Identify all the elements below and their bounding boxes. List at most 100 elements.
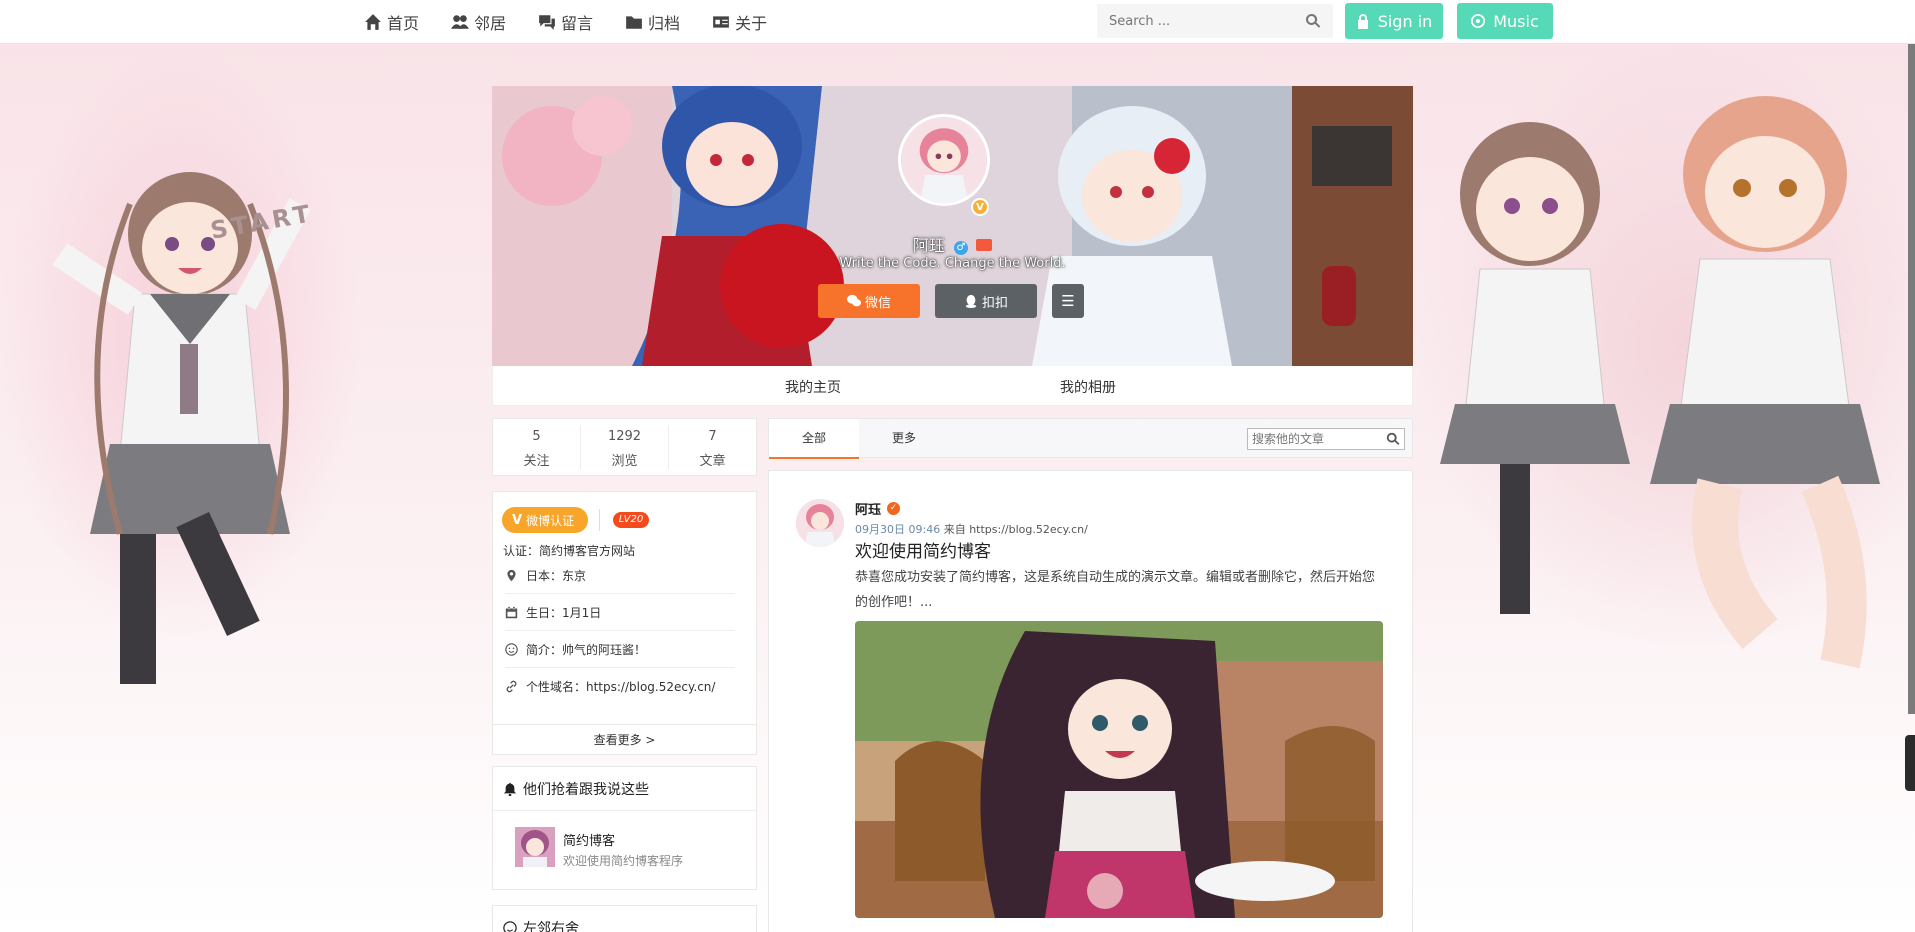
avatar-image xyxy=(515,827,555,867)
post-time: 09月30日 09:46 xyxy=(855,523,941,536)
info-text[interactable]: 个性域名：https://blog.52ecy.cn/ xyxy=(526,678,715,695)
folder-icon xyxy=(626,16,642,29)
level-badge: LV20 xyxy=(613,512,649,528)
nav-link-label: 归档 xyxy=(648,14,681,33)
post-search-input[interactable] xyxy=(1252,432,1386,446)
profile-info-card: V 微博认证 LV20 认证：简约博客官方网站 日本：东京 生日：1月1日 简介… xyxy=(492,491,757,755)
see-more-link[interactable]: 查看更多 > xyxy=(493,724,756,754)
profile-avatar[interactable] xyxy=(898,114,990,206)
badge-divider xyxy=(599,509,600,531)
info-row-birthday: 生日：1月1日 xyxy=(505,594,735,631)
info-row-location: 日本：东京 xyxy=(505,557,735,594)
info-text: 日本：东京 xyxy=(526,568,587,583)
stat-label: 浏览 xyxy=(611,454,638,469)
nav-link-about[interactable]: 关于 xyxy=(712,10,767,34)
neighbor-card: 左邻右舍 xyxy=(492,905,757,932)
stat-views[interactable]: 1292 浏览 xyxy=(581,425,669,469)
rush-item-desc: 欢迎使用简约博客程序 xyxy=(563,854,684,868)
stat-following[interactable]: 5 关注 xyxy=(493,425,581,469)
calendar-icon xyxy=(505,606,518,618)
users-icon xyxy=(451,15,470,29)
signin-button[interactable]: Sign in xyxy=(1345,3,1443,39)
tab-more[interactable]: 更多 xyxy=(859,419,949,459)
rush-list-item[interactable]: 简约博客 欢迎使用简约博客程序 xyxy=(515,827,683,869)
gender-male-icon: ♂ xyxy=(954,241,968,255)
smile-icon xyxy=(505,642,518,656)
info-text: 生日：1月1日 xyxy=(526,605,602,620)
page-scrollbar[interactable] xyxy=(1908,44,1915,714)
rush-card: 他们抢着跟我说这些 简约博客 欢迎使用简约博客程序 xyxy=(492,766,757,890)
search-icon[interactable] xyxy=(1386,432,1400,446)
link-icon xyxy=(506,680,517,693)
netease-music-icon xyxy=(1471,14,1486,28)
rush-card-title: 他们抢着跟我说这些 xyxy=(493,767,756,811)
profile-stats: 5 关注 1292 浏览 7 文章 xyxy=(492,418,757,476)
post-title[interactable]: 欢迎使用简约博客 xyxy=(855,537,991,562)
weibo-verified-badge: V 微博认证 xyxy=(502,507,588,533)
weibo-v-icon: V xyxy=(512,512,523,528)
profile-name: 阿珏 ♂ xyxy=(492,232,1413,256)
tab-all[interactable]: 全部 xyxy=(769,419,859,459)
nav-link-messages[interactable]: 留言 xyxy=(538,10,593,34)
post-author-avatar[interactable] xyxy=(796,499,844,547)
weibo-badge-label: 微博认证 xyxy=(526,513,575,528)
neighbor-card-title: 左邻右舍 xyxy=(493,906,756,932)
music-button[interactable]: Music xyxy=(1457,3,1553,39)
info-row-intro: 简介：帅气的阿珏酱！ xyxy=(505,631,735,668)
top-navbar: 首页 邻居 留言 归档 关于 Sign in Music xyxy=(0,0,1915,44)
stat-value: 5 xyxy=(532,429,541,444)
home-icon xyxy=(365,14,381,30)
signin-label: Sign in xyxy=(1377,11,1433,31)
stat-articles[interactable]: 7 文章 xyxy=(669,425,756,469)
rush-item-name: 简约博客 xyxy=(563,834,616,849)
wechat-button[interactable]: 微信 xyxy=(818,284,920,318)
avatar xyxy=(515,827,555,867)
profile-name-text: 阿珏 xyxy=(912,236,945,255)
id-card-icon xyxy=(713,16,729,28)
side-float-tab[interactable] xyxy=(1905,735,1915,791)
avatar-image xyxy=(901,117,987,203)
lock-icon xyxy=(1357,14,1368,29)
stat-value: 7 xyxy=(708,429,717,444)
comments-icon xyxy=(539,15,555,30)
post-image-art xyxy=(855,621,1383,918)
post-author[interactable]: 阿珏 ✓ xyxy=(855,499,901,518)
vip-icon xyxy=(976,239,993,251)
post-image[interactable] xyxy=(855,621,1383,918)
nav-search-box xyxy=(1097,4,1333,38)
post-source: 来自 https://blog.52ecy.cn/ xyxy=(940,523,1088,536)
neighbor-title-text: 左邻右舍 xyxy=(523,921,579,932)
tab-my-album[interactable]: 我的相册 xyxy=(1060,377,1116,397)
info-row-domain: 个性域名：https://blog.52ecy.cn/ xyxy=(505,668,735,705)
music-label: Music xyxy=(1493,11,1539,31)
post-excerpt: 恭喜您成功安装了简约博客，这是系统自动生成的演示文章。编辑或者删除它，然后开始您… xyxy=(855,570,1376,610)
background-girls-right xyxy=(1440,96,1880,669)
rush-title-text: 他们抢着跟我说这些 xyxy=(523,781,649,798)
wechat-icon xyxy=(846,294,861,307)
post-search-box xyxy=(1247,428,1405,450)
verified-badge: V xyxy=(971,198,989,216)
nav-search-input[interactable] xyxy=(1109,13,1305,29)
post-card: 阿珏 ✓ 09月30日 09:46 来自 https://blog.52ecy.… xyxy=(768,470,1413,932)
wechat-label: 微信 xyxy=(864,295,891,311)
nav-link-home[interactable]: 首页 xyxy=(364,10,419,34)
nav-link-archive[interactable]: 归档 xyxy=(625,10,680,34)
stat-label: 关注 xyxy=(523,454,550,469)
profile-motto: Write the Code. Change the World. xyxy=(839,256,1066,271)
rush-item-text: 简约博客 欢迎使用简约博客程序 xyxy=(563,827,683,869)
nav-link-neighbors[interactable]: 邻居 xyxy=(451,10,506,34)
more-menu-button[interactable]: ☰ xyxy=(1052,284,1084,318)
nav-link-label: 首页 xyxy=(387,14,420,33)
profile-tabs: 我的主页 我的相册 xyxy=(492,366,1413,406)
tab-my-homepage[interactable]: 我的主页 xyxy=(785,377,841,397)
qq-button[interactable]: 扣扣 xyxy=(935,284,1037,318)
search-icon[interactable] xyxy=(1305,13,1321,29)
post-meta: 09月30日 09:46 来自 https://blog.52ecy.cn/ xyxy=(855,521,1088,537)
nav-links: 首页 邻居 留言 归档 关于 xyxy=(364,0,799,44)
qq-label: 扣扣 xyxy=(981,295,1008,311)
info-text: 简介：帅气的阿珏酱！ xyxy=(526,642,647,657)
location-icon xyxy=(507,569,516,581)
bell-icon xyxy=(503,782,517,796)
stat-label: 文章 xyxy=(699,454,726,469)
post-author-name: 阿珏 xyxy=(855,503,882,518)
